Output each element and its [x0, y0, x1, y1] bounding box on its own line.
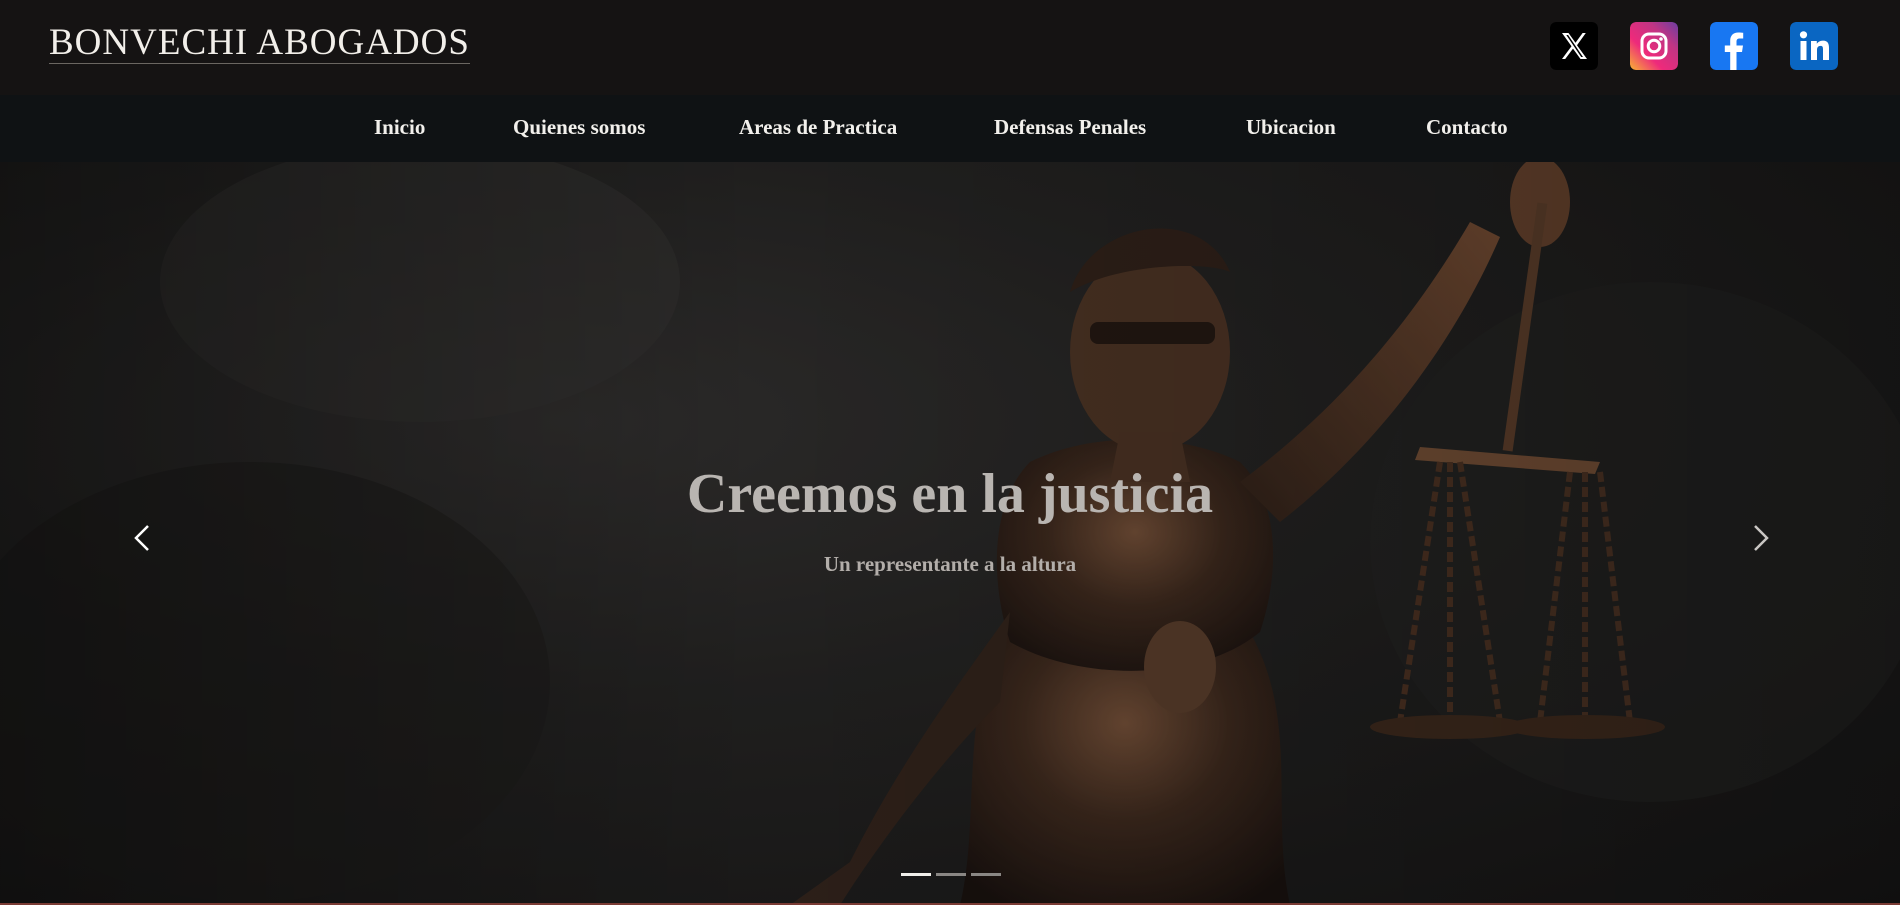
instagram-link[interactable]	[1630, 22, 1678, 70]
chevron-right-icon	[1754, 525, 1769, 551]
carousel-indicator-3[interactable]	[971, 873, 1001, 876]
carousel-next-button[interactable]	[1745, 518, 1775, 558]
linkedin-icon	[1790, 22, 1838, 70]
facebook-link[interactable]	[1710, 22, 1758, 70]
x-link[interactable]	[1550, 22, 1598, 70]
carousel-indicator-2[interactable]	[936, 873, 966, 876]
nav-item-ubicacion[interactable]: Ubicacion	[1246, 115, 1336, 140]
nav-item-quienes-somos[interactable]: Quienes somos	[513, 115, 645, 140]
facebook-icon	[1710, 22, 1758, 70]
nav-item-contacto[interactable]: Contacto	[1426, 115, 1508, 140]
site-logo[interactable]: BONVECHI ABOGADOS	[49, 23, 470, 64]
x-icon	[1550, 22, 1598, 70]
main-nav: Inicio Quienes somos Areas de Practica D…	[0, 95, 1900, 162]
nav-item-defensas-penales[interactable]: Defensas Penales	[994, 115, 1146, 140]
hero-subtitle: Un representante a la altura	[823, 552, 1077, 576]
instagram-icon	[1630, 22, 1678, 70]
hero-carousel: Creemos en la justicia Un representante …	[0, 162, 1900, 905]
top-header: BONVECHI ABOGADOS	[0, 0, 1900, 95]
hero-title: Creemos en la justicia	[686, 463, 1214, 525]
nav-item-areas-de-practica[interactable]: Areas de Practica	[739, 115, 897, 140]
justice-statue-image	[0, 162, 1900, 905]
carousel-indicator-1[interactable]	[901, 873, 931, 876]
linkedin-link[interactable]	[1790, 22, 1838, 70]
nav-item-inicio[interactable]: Inicio	[374, 115, 425, 140]
